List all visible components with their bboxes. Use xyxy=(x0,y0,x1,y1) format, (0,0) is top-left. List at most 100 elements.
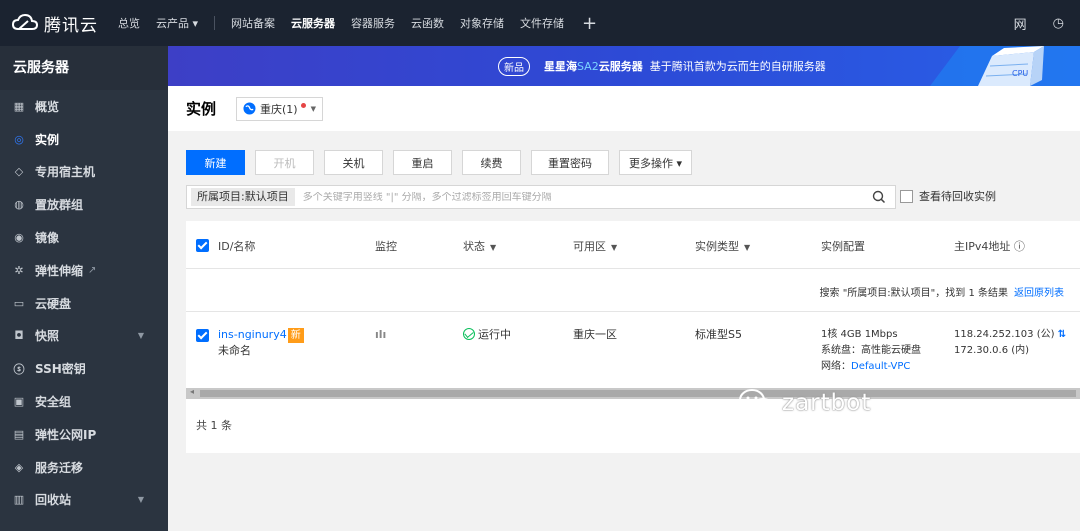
sidebar-item-label: 云硬盘 xyxy=(35,296,72,311)
column-label: 可用区 xyxy=(573,240,606,253)
sidebar-item-recycle-bin[interactable]: ▥ 回收站 ▼ xyxy=(0,484,168,517)
shutdown-button[interactable]: 关机 xyxy=(324,150,383,175)
cell-type: 标准型S5 xyxy=(695,328,742,341)
shield-icon: ▣ xyxy=(13,395,25,409)
globe-icon xyxy=(243,102,256,115)
project-filter-tag[interactable]: 所属项目:默认项目 xyxy=(191,188,295,206)
grid-icon: ▦ xyxy=(13,99,25,113)
sidebar-item-instances[interactable]: ◎ 实例 xyxy=(0,123,168,156)
sidebar-item-eip[interactable]: ▤ 弹性公网IP xyxy=(0,418,168,451)
row-checkbox[interactable] xyxy=(196,329,209,342)
scroll-left-icon[interactable]: ◂ xyxy=(190,387,194,396)
add-shortcut-icon[interactable]: + xyxy=(572,13,607,34)
alert-dot xyxy=(300,103,306,108)
promo-banner[interactable]: 新品 星星海SA2云服务器 基于腾讯首款为云而生的自研服务器 CPU xyxy=(168,46,1080,86)
top-right-tools: 网 ◷ xyxy=(1014,14,1080,33)
config-spec: 1核 4GB 1Mbps xyxy=(821,329,898,340)
watermark: zartbot xyxy=(738,388,871,418)
nav-cfs[interactable]: 文件存储 xyxy=(512,15,572,31)
page-title: 实例 xyxy=(186,100,217,118)
nav-products[interactable]: 云产品 ▾ xyxy=(148,15,206,31)
reset-password-button[interactable]: 重置密码 xyxy=(531,150,609,175)
banner-desc: 基于腾讯首款为云而生的自研服务器 xyxy=(649,60,826,73)
sidebar-item-label: 弹性伸缩 xyxy=(35,263,84,278)
copy-icon[interactable]: ⇅ xyxy=(1058,329,1066,340)
sidebar-item-migration[interactable]: ◈ 服务迁移 xyxy=(0,451,168,484)
restart-button[interactable]: 重启 xyxy=(393,150,452,175)
search-icon[interactable] xyxy=(871,189,887,205)
total-count: 共 1 条 xyxy=(196,419,232,432)
status-label: 运行中 xyxy=(478,328,511,341)
cell-zone: 重庆一区 xyxy=(573,328,617,341)
sidebar-item-label: 快照 xyxy=(35,329,60,344)
vpc-link[interactable]: Default-VPC xyxy=(851,361,910,372)
banner-highlight: SA2 xyxy=(577,60,599,73)
ip-icon: ▤ xyxy=(13,427,25,441)
sidebar-item-placement-group[interactable]: ◍ 置放群组 xyxy=(0,188,168,221)
sidebar-item-label: 安全组 xyxy=(35,395,72,410)
top-nav: 总览 云产品 ▾ 网站备案 云服务器 容器服务 云函数 对象存储 文件存储 + xyxy=(110,0,607,46)
public-ip: 118.24.252.103 (公) xyxy=(954,329,1055,340)
sidebar-item-images[interactable]: ◉ 镜像 xyxy=(0,221,168,254)
create-button[interactable]: 新建 xyxy=(186,150,245,175)
renew-button[interactable]: 续费 xyxy=(462,150,521,175)
instance-icon: ◎ xyxy=(14,132,24,146)
filter-icon[interactable]: ▼ xyxy=(744,243,750,252)
recycle-label: 查看待回收实例 xyxy=(919,190,996,203)
wechat-icon xyxy=(739,389,774,416)
banner-product: 云服务器 xyxy=(598,60,643,73)
key-icon: ⓢ xyxy=(13,362,25,376)
nav-container[interactable]: 容器服务 xyxy=(343,15,403,31)
monitor-chart-icon[interactable]: ılı xyxy=(375,327,386,343)
chevron-down-icon: ▼ xyxy=(137,331,144,341)
chevron-down-icon: ▼ xyxy=(310,104,316,113)
sidebar-item-ssh-keys[interactable]: ⓢ SSH密钥 xyxy=(0,352,168,385)
main-content: 实例 重庆(1) ▼ 新建 开机 关机 重启 续费 重置密码 更多操作 ▾ 所属… xyxy=(168,86,1080,531)
watermark-text: zartbot xyxy=(782,390,872,416)
sidebar-item-auto-scaling[interactable]: ✲ 弹性伸缩 ↗ xyxy=(0,254,168,287)
column-type: 实例类型 ▼ xyxy=(695,238,750,254)
cell-ipv4: 118.24.252.103 (公) ⇅ 172.30.0.6 (内) xyxy=(954,327,1066,359)
nav-divider xyxy=(214,16,216,30)
search-bar: 所属项目:默认项目 xyxy=(186,185,896,209)
sidebar-item-security-group[interactable]: ▣ 安全组 xyxy=(0,385,168,418)
network-icon[interactable]: 网 xyxy=(1014,14,1027,33)
nav-overview[interactable]: 总览 xyxy=(110,15,148,31)
recycle-toggle[interactable]: 查看待回收实例 xyxy=(900,188,996,204)
recycle-checkbox[interactable] xyxy=(900,189,913,203)
select-all-checkbox[interactable] xyxy=(196,239,209,252)
instance-id-link[interactable]: ins-nginury4 xyxy=(218,328,287,341)
sidebar-item-label: 镜像 xyxy=(35,231,60,246)
region-selector[interactable]: 重庆(1) ▼ xyxy=(236,96,323,121)
nav-icp[interactable]: 网站备案 xyxy=(223,15,283,31)
horizontal-scrollbar[interactable]: ◂ xyxy=(186,387,1080,399)
column-label: ID/名称 xyxy=(218,240,256,253)
search-input[interactable] xyxy=(302,191,871,203)
cpu-label: CPU xyxy=(1012,69,1028,78)
more-actions-button[interactable]: 更多操作 ▾ xyxy=(619,150,692,175)
disk-icon: ▭ xyxy=(13,296,25,310)
action-toolbar: 新建 开机 关机 重启 续费 重置密码 更多操作 ▾ xyxy=(186,150,692,175)
column-label: 状态 xyxy=(463,240,485,253)
filter-icon[interactable]: ▼ xyxy=(490,243,496,252)
running-status-icon xyxy=(463,328,475,340)
start-button[interactable]: 开机 xyxy=(255,150,314,175)
column-label: 实例配置 xyxy=(821,240,865,253)
sidebar-item-overview[interactable]: ▦ 概览 xyxy=(0,90,168,123)
instance-name: 未命名 xyxy=(218,344,251,357)
filter-icon[interactable]: ▼ xyxy=(611,243,617,252)
nav-cos[interactable]: 对象存储 xyxy=(452,15,512,31)
sidebar-item-cloud-disk[interactable]: ▭ 云硬盘 xyxy=(0,287,168,320)
nav-cvm[interactable]: 云服务器 xyxy=(283,15,343,31)
sidebar-item-dedicated-host[interactable]: ◇ 专用宿主机 xyxy=(0,156,168,189)
sidebar-item-snapshots[interactable]: ◘ 快照 ▼ xyxy=(0,320,168,353)
clock-icon[interactable]: ◷ xyxy=(1053,16,1064,31)
sidebar-item-label: 实例 xyxy=(35,132,60,147)
brand-logo[interactable]: 腾讯云 xyxy=(0,11,110,36)
column-id-name: ID/名称 xyxy=(218,238,255,254)
back-to-list-link[interactable]: 返回原列表 xyxy=(1014,288,1064,299)
column-monitor: 监控 xyxy=(375,238,397,254)
scroll-thumb[interactable] xyxy=(200,390,1076,397)
table-row[interactable]: ins-nginury4 新 未命名 ılı 运行中 重庆一区 标准型S5 1核 … xyxy=(186,313,1080,389)
nav-scf[interactable]: 云函数 xyxy=(403,15,452,31)
